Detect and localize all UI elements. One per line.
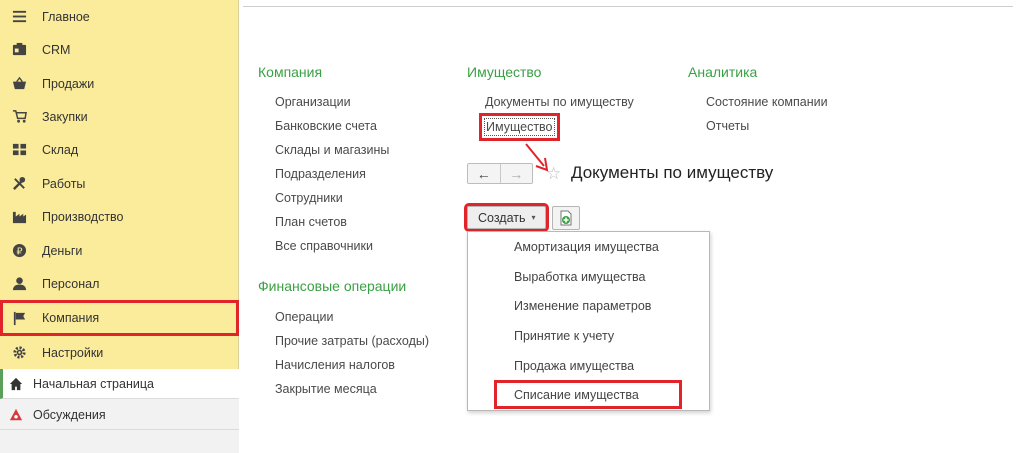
sidebar-item-settings[interactable]: Настройки: [0, 336, 239, 369]
sidebar-item-label: Работы: [42, 176, 86, 191]
sidebar-item-works[interactable]: Работы: [0, 167, 239, 200]
menu-item-output[interactable]: Выработка имущества: [514, 270, 645, 284]
sidebar-item-label: Производство: [42, 209, 124, 224]
link-property[interactable]: Имущество: [479, 113, 560, 141]
svg-text:₽: ₽: [16, 246, 22, 257]
menu-item-acceptance[interactable]: Принятие к учету: [514, 329, 614, 343]
document-add-icon: [560, 210, 572, 226]
link-chart-of-accounts[interactable]: План счетов: [275, 215, 347, 229]
section-title-finops: Финансовые операции: [258, 278, 407, 294]
crm-icon: [10, 42, 28, 58]
back-button[interactable]: ←: [468, 164, 500, 183]
menu-icon: [10, 9, 28, 25]
write-off-highlight: [494, 380, 682, 409]
create-button-label: Создать: [478, 210, 526, 225]
sidebar-item-label: Главное: [42, 9, 90, 24]
discussion-icon: [8, 407, 24, 423]
create-button[interactable]: Создать ▾: [464, 203, 549, 232]
person-icon: [10, 276, 28, 292]
link-organizations[interactable]: Организации: [275, 95, 351, 109]
section-title-company: Компания: [258, 64, 323, 80]
link-all-catalogs[interactable]: Все справочники: [275, 239, 373, 253]
section-title-property: Имущество: [467, 64, 542, 80]
menu-item-change-params[interactable]: Изменение параметров: [514, 299, 651, 313]
menu-item-sale[interactable]: Продажа имущества: [514, 359, 634, 373]
link-warehouses-stores[interactable]: Склады и магазины: [275, 143, 389, 157]
home-page-label: Начальная страница: [33, 376, 154, 391]
link-other-expenses[interactable]: Прочие затраты (расходы): [275, 334, 429, 348]
menu-item-depreciation[interactable]: Амортизация имущества: [514, 240, 659, 254]
sidebar-item-purchases[interactable]: Закупки: [0, 100, 239, 133]
sidebar-item-label: Компания: [42, 311, 100, 325]
sidebar-item-warehouse[interactable]: Склад: [0, 133, 239, 166]
history-nav: ← →: [467, 163, 533, 184]
factory-icon: [10, 209, 28, 225]
money-icon: ₽: [10, 243, 28, 259]
warehouse-icon: [10, 142, 28, 158]
chevron-down-icon: ▾: [531, 213, 536, 222]
sidebar-item-label: Закупки: [42, 109, 88, 124]
sidebar-item-company[interactable]: Компания: [0, 300, 239, 336]
sidebar-item-production[interactable]: Производство: [0, 200, 239, 233]
star-icon[interactable]: ☆: [546, 164, 561, 184]
sidebar-item-label: Настройки: [42, 345, 104, 360]
sidebar-item-money[interactable]: ₽ Деньги: [0, 234, 239, 267]
link-employees[interactable]: Сотрудники: [275, 191, 343, 205]
form-title: Документы по имуществу: [571, 163, 774, 182]
link-operations[interactable]: Операции: [275, 310, 333, 324]
sidebar-item-label: Продажи: [42, 76, 95, 91]
discussions-tab[interactable]: Обсуждения: [0, 400, 239, 430]
section-title-analytics: Аналитика: [688, 64, 758, 80]
sidebar-item-personnel[interactable]: Персонал: [0, 267, 239, 300]
link-tax-accruals[interactable]: Начисления налогов: [275, 358, 395, 372]
flag-icon: [10, 310, 28, 326]
sidebar-item-main[interactable]: Главное: [0, 0, 239, 33]
sidebar-item-sales[interactable]: Продажи: [0, 67, 239, 100]
sidebar-item-crm[interactable]: CRM: [0, 33, 239, 66]
discussions-label: Обсуждения: [33, 407, 106, 422]
forward-button[interactable]: →: [499, 164, 533, 183]
cart-icon: [10, 109, 28, 125]
basket-icon: [10, 76, 28, 92]
tools-icon: [10, 176, 28, 192]
link-property-documents[interactable]: Документы по имуществу: [485, 95, 634, 109]
link-bank-accounts[interactable]: Банковские счета: [275, 119, 377, 133]
bottom-panel: Начальная страница Обсуждения: [0, 369, 239, 453]
sidebar-item-label: Персонал: [42, 276, 100, 291]
home-page-tab[interactable]: Начальная страница: [0, 369, 239, 399]
copy-document-button[interactable]: [552, 206, 580, 230]
gear-icon: [10, 345, 28, 361]
sidebar-item-label: Склад: [42, 142, 79, 157]
sidebar-item-label: CRM: [42, 42, 71, 57]
sidebar-item-label: Деньги: [42, 243, 83, 258]
top-divider: [243, 6, 1013, 7]
link-month-close[interactable]: Закрытие месяца: [275, 382, 377, 396]
home-icon: [8, 376, 24, 392]
link-reports[interactable]: Отчеты: [706, 119, 749, 133]
link-departments[interactable]: Подразделения: [275, 167, 366, 181]
link-company-state[interactable]: Состояние компании: [706, 95, 828, 109]
